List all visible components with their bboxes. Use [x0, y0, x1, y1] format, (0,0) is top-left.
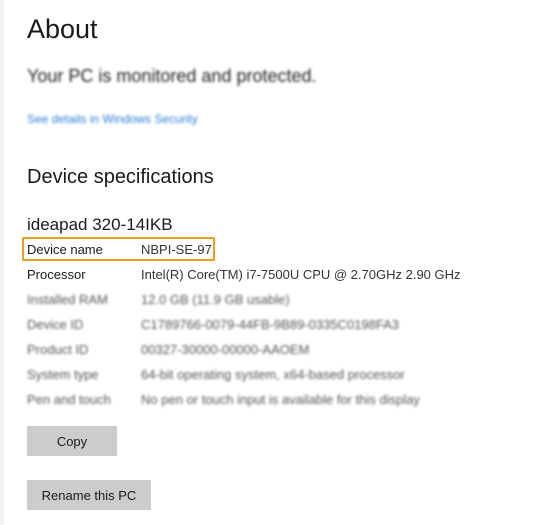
copy-button[interactable]: Copy	[27, 426, 117, 456]
spec-label: Pen and touch	[27, 392, 111, 407]
device-model-name: ideapad 320-14IKB	[27, 215, 173, 234]
window-left-edge	[0, 0, 4, 525]
spec-value: 00327-30000-00000-AAOEM	[141, 342, 310, 357]
spec-value: No pen or touch input is available for t…	[141, 392, 420, 407]
page-title: About	[27, 14, 98, 44]
about-page: About Your PC is monitored and protected…	[0, 0, 542, 525]
windows-security-link[interactable]: See details in Windows Security	[27, 112, 198, 126]
spec-label: Device name	[27, 242, 103, 257]
device-specifications-heading: Device specifications	[27, 166, 214, 188]
spec-value: 64-bit operating system, x64-based proce…	[141, 367, 405, 382]
security-status-text: Your PC is monitored and protected.	[27, 66, 317, 86]
spec-label: Device ID	[27, 317, 84, 332]
spec-label: Installed RAM	[27, 292, 108, 307]
spec-value: C1789766-0079-44FB-9B89-0335C0198FA3	[141, 317, 400, 332]
spec-label: Processor	[27, 267, 86, 282]
spec-value: NBPI-SE-97	[141, 242, 212, 257]
spec-value: 12.0 GB (11.9 GB usable)	[141, 292, 290, 307]
spec-label: System type	[27, 367, 99, 382]
rename-pc-button[interactable]: Rename this PC	[27, 480, 151, 510]
spec-label: Product ID	[27, 342, 89, 357]
spec-value: Intel(R) Core(TM) i7-7500U CPU @ 2.70GHz…	[141, 267, 461, 282]
